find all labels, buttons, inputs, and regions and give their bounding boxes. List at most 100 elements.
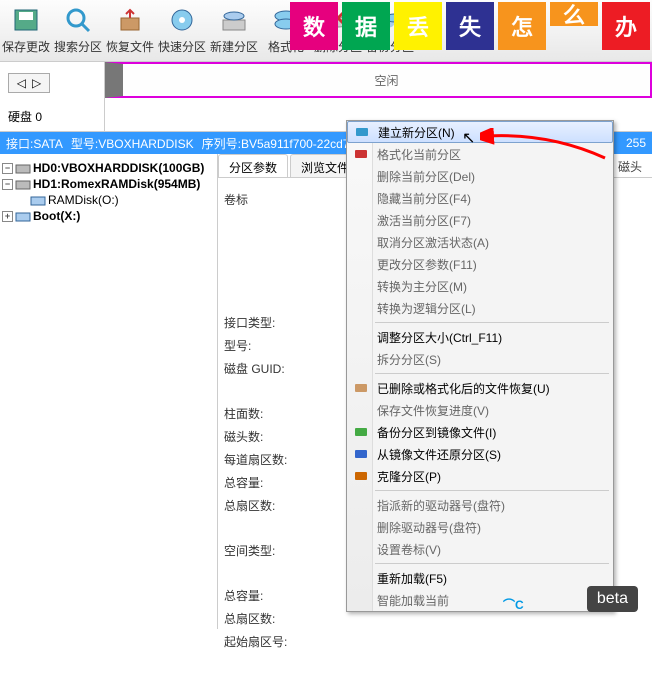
menu-item-label: 从镜像文件还原分区(S) <box>377 446 501 463</box>
drive-icon <box>15 209 31 223</box>
menu-separator <box>375 490 609 491</box>
expand-icon[interactable]: + <box>2 211 13 222</box>
new-partition-button[interactable]: 新建分区 <box>208 0 260 61</box>
banner-char: 数 <box>290 2 338 50</box>
menu-item-label: 格式化当前分区 <box>377 146 461 163</box>
bak-icon <box>353 424 369 440</box>
disk-label: 硬盘 0 <box>8 98 104 125</box>
menu-item-label: 调整分区大小(Ctrl_F11) <box>377 329 502 346</box>
drive-icon <box>30 193 46 207</box>
toolbar-label: 搜索分区 <box>54 38 102 55</box>
toolbar-label: 保存更改 <box>2 38 50 55</box>
menu-item: 设置卷标(V) <box>347 538 613 560</box>
status-serial: 序列号:BV5a911f700-22cd7f <box>202 135 353 152</box>
tree-label: HD1:RomexRAMDisk(954MB) <box>33 177 200 191</box>
cln-icon <box>353 468 369 484</box>
menu-item: 隐藏当前分区(F4) <box>347 187 613 209</box>
menu-item: 转换为主分区(M) <box>347 275 613 297</box>
status-interface: 接口:SATA <box>6 135 63 152</box>
disk-icon <box>15 177 31 191</box>
menu-separator <box>375 563 609 564</box>
menu-item: 删除驱动器号(盘符) <box>347 516 613 538</box>
rec-icon <box>353 380 369 396</box>
disk-tree: − HD0:VBOXHARDDISK(100GB) − HD1:RomexRAMDi… <box>0 154 218 629</box>
menu-item-label: 克隆分区(P) <box>377 468 441 485</box>
menu-item-label: 建立新分区(N) <box>378 124 455 141</box>
menu-item-label: 隐藏当前分区(F4) <box>377 190 471 207</box>
menu-item: 保存文件恢复进度(V) <box>347 399 613 421</box>
save-button[interactable]: 保存更改 <box>0 0 52 61</box>
tree-item-hd1[interactable]: − HD1:RomexRAMDisk(954MB) <box>2 176 215 192</box>
back-icon: ◁ <box>17 76 26 90</box>
logo-beta-badge: beta <box>587 586 638 612</box>
menu-item-label: 指派新的驱动器号(盘符) <box>377 497 505 514</box>
banner-char: 据 <box>342 2 390 50</box>
tree-item-ramdisk[interactable]: RAMDisk(O:) <box>2 192 215 208</box>
toolbar-label: 快速分区 <box>158 38 206 55</box>
menu-item-label: 保存文件恢复进度(V) <box>377 402 489 419</box>
disk-icon <box>354 124 370 140</box>
menu-item-label: 转换为主分区(M) <box>377 278 467 295</box>
menu-item: 更改分区参数(F11) <box>347 253 613 275</box>
menu-item: 取消分区激活状态(A) <box>347 231 613 253</box>
disk-icon <box>15 161 31 175</box>
main-toolbar: 保存更改 搜索分区 恢复文件 快速分区 新建分区 格式化 删除分区 备份分区 数… <box>0 0 652 62</box>
status-model: 型号:VBOXHARDDISK <box>71 135 194 152</box>
menu-item-label: 删除当前分区(Del) <box>377 168 475 185</box>
x-icon <box>353 146 369 162</box>
logo-icon: ⌒C <box>503 579 583 619</box>
menu-item[interactable]: 建立新分区(N) <box>347 121 613 143</box>
collapse-icon[interactable]: − <box>2 163 13 174</box>
menu-item[interactable]: 克隆分区(P) <box>347 465 613 487</box>
head-col-label: 磁头 <box>608 154 652 177</box>
menu-separator <box>375 322 609 323</box>
menu-item[interactable]: 从镜像文件还原分区(S) <box>347 443 613 465</box>
toolbar-label: 恢复文件 <box>106 38 154 55</box>
field-start-sector: 起始扇区号: <box>224 630 646 653</box>
menu-item-label: 智能加载当前 <box>377 592 449 609</box>
menu-item: 转换为逻辑分区(L) <box>347 297 613 319</box>
tab-partition-params[interactable]: 分区参数 <box>218 154 288 177</box>
menu-item-label: 转换为逻辑分区(L) <box>377 300 476 317</box>
menu-separator <box>375 373 609 374</box>
tree-label: HD0:VBOXHARDDISK(100GB) <box>33 161 204 175</box>
menu-item[interactable]: 已删除或格式化后的文件恢复(U) <box>347 377 613 399</box>
svg-text:⌒C: ⌒C <box>503 597 524 612</box>
context-menu: 建立新分区(N) 格式化当前分区删除当前分区(Del) 隐藏当前分区(F4) 激活当前… <box>346 120 614 612</box>
menu-item-label: 激活当前分区(F7) <box>377 212 471 229</box>
banner-char: 丢 <box>394 2 442 50</box>
search-partition-button[interactable]: 搜索分区 <box>52 0 104 61</box>
status-right: 255 <box>626 136 646 150</box>
toolbar-label: 新建分区 <box>210 38 258 55</box>
menu-item-label: 拆分分区(S) <box>377 351 441 368</box>
menu-item: 激活当前分区(F7) <box>347 209 613 231</box>
banner-char: 么 <box>550 2 598 26</box>
menu-item-label: 设置卷标(V) <box>377 541 441 558</box>
tree-item-boot[interactable]: + Boot(X:) <box>2 208 215 224</box>
menu-item-label: 重新加载(F5) <box>377 570 447 587</box>
ad-banner[interactable]: 数 据 丢 失 怎 么 办 <box>288 0 652 62</box>
menu-item: 指派新的驱动器号(盘符) <box>347 494 613 516</box>
free-space-label: 空闲 <box>374 72 398 89</box>
tree-label: RAMDisk(O:) <box>48 193 119 207</box>
banner-char: 办 <box>602 2 650 50</box>
recover-file-button[interactable]: 恢复文件 <box>104 0 156 61</box>
nav-arrows[interactable]: ◁▷ <box>8 73 50 93</box>
menu-item: 删除当前分区(Del) <box>347 165 613 187</box>
fwd-icon: ▷ <box>32 76 41 90</box>
menu-item[interactable]: 备份分区到镜像文件(I) <box>347 421 613 443</box>
menu-item: 拆分分区(S) <box>347 348 613 370</box>
menu-item-label: 已删除或格式化后的文件恢复(U) <box>377 380 550 397</box>
menu-item-label: 备份分区到镜像文件(I) <box>377 424 496 441</box>
menu-item-label: 删除驱动器号(盘符) <box>377 519 481 536</box>
tree-item-hd0[interactable]: − HD0:VBOXHARDDISK(100GB) <box>2 160 215 176</box>
menu-item: 格式化当前分区 <box>347 143 613 165</box>
menu-item-label: 更改分区参数(F11) <box>377 256 477 273</box>
collapse-icon[interactable]: − <box>2 179 13 190</box>
tree-label: Boot(X:) <box>33 209 80 223</box>
res-icon <box>353 446 369 462</box>
quick-partition-button[interactable]: 快速分区 <box>156 0 208 61</box>
disk-map-free[interactable]: 空闲 <box>105 62 652 98</box>
pcbeta-logo: ⌒C beta <box>503 579 638 619</box>
menu-item[interactable]: 调整分区大小(Ctrl_F11) <box>347 326 613 348</box>
